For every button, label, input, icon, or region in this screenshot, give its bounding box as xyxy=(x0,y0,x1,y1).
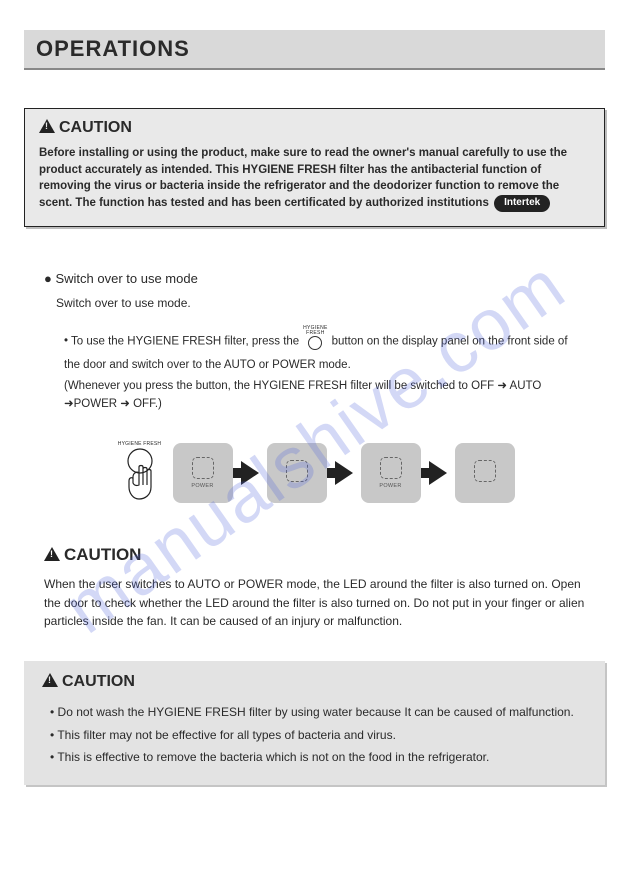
caution-label-3: CAUTION xyxy=(62,673,135,690)
caution-body-1: Before installing or using the product, … xyxy=(39,145,590,212)
mode-panel-4 xyxy=(455,443,515,503)
mode-panel-1: POWER xyxy=(173,443,233,503)
instruction-line: To use the HYGIENE FRESH filter, press t… xyxy=(44,326,585,375)
instr-before: To use the HYGIENE FRESH filter, press t… xyxy=(64,335,299,347)
caution-heading-2: CAUTION xyxy=(44,545,605,565)
mode-diagram: HYGIENE FRESH POWER POWER xyxy=(24,442,605,505)
caution-heading-1: CAUTION xyxy=(39,119,590,137)
mode-panel-2 xyxy=(267,443,327,503)
hygiene-fresh-button-icon: HYGIENE FRESH xyxy=(302,326,328,357)
hf-mini-label: HYGIENE FRESH xyxy=(302,326,328,336)
arrow-right-icon xyxy=(335,461,353,485)
panel-label-3: POWER xyxy=(379,483,401,489)
warning-icon xyxy=(44,547,60,561)
bullet-heading: Switch over to use mode xyxy=(44,271,585,286)
circle-icon xyxy=(308,336,322,350)
mode-panel-3: POWER xyxy=(361,443,421,503)
mode-cycle-note: (Whenever you press the button, the HYGI… xyxy=(44,378,585,414)
caution-box-final: CAUTION Do not wash the HYGIENE FRESH fi… xyxy=(24,661,605,785)
caution-body-text-1: Before installing or using the product, … xyxy=(39,147,567,209)
mode-section: Switch over to use mode Switch over to u… xyxy=(24,271,605,414)
warning-icon xyxy=(42,673,58,687)
panel-label-1: POWER xyxy=(191,483,213,489)
list-item: This filter may not be effective for all… xyxy=(50,724,587,747)
intertek-badge: Intertek xyxy=(494,195,550,212)
panel-icon xyxy=(380,457,402,479)
caution-label-1: CAUTION xyxy=(59,119,132,136)
page-title-bar: OPERATIONS xyxy=(24,30,605,70)
hf-diagram-label: HYGIENE FRESH xyxy=(115,442,165,447)
panel-icon xyxy=(192,457,214,479)
caution-label-2: CAUTION xyxy=(64,545,141,564)
caution-body-2: When the user switches to AUTO or POWER … xyxy=(24,575,605,631)
warning-icon xyxy=(39,119,55,133)
panel-icon xyxy=(474,460,496,482)
sub-text: Switch over to use mode. xyxy=(44,296,585,310)
caution-box-intro: CAUTION Before installing or using the p… xyxy=(24,108,605,227)
caution-list: Do not wash the HYGIENE FRESH filter by … xyxy=(42,701,587,769)
panel-icon xyxy=(286,460,308,482)
arrow-right-icon xyxy=(241,461,259,485)
list-item: Do not wash the HYGIENE FRESH filter by … xyxy=(50,701,587,724)
list-item: This is effective to remove the bacteria… xyxy=(50,746,587,769)
page-title: OPERATIONS xyxy=(36,36,593,62)
hand-press-icon: HYGIENE FRESH xyxy=(115,442,165,505)
caution-heading-3: CAUTION xyxy=(42,673,587,691)
arrow-right-icon xyxy=(429,461,447,485)
